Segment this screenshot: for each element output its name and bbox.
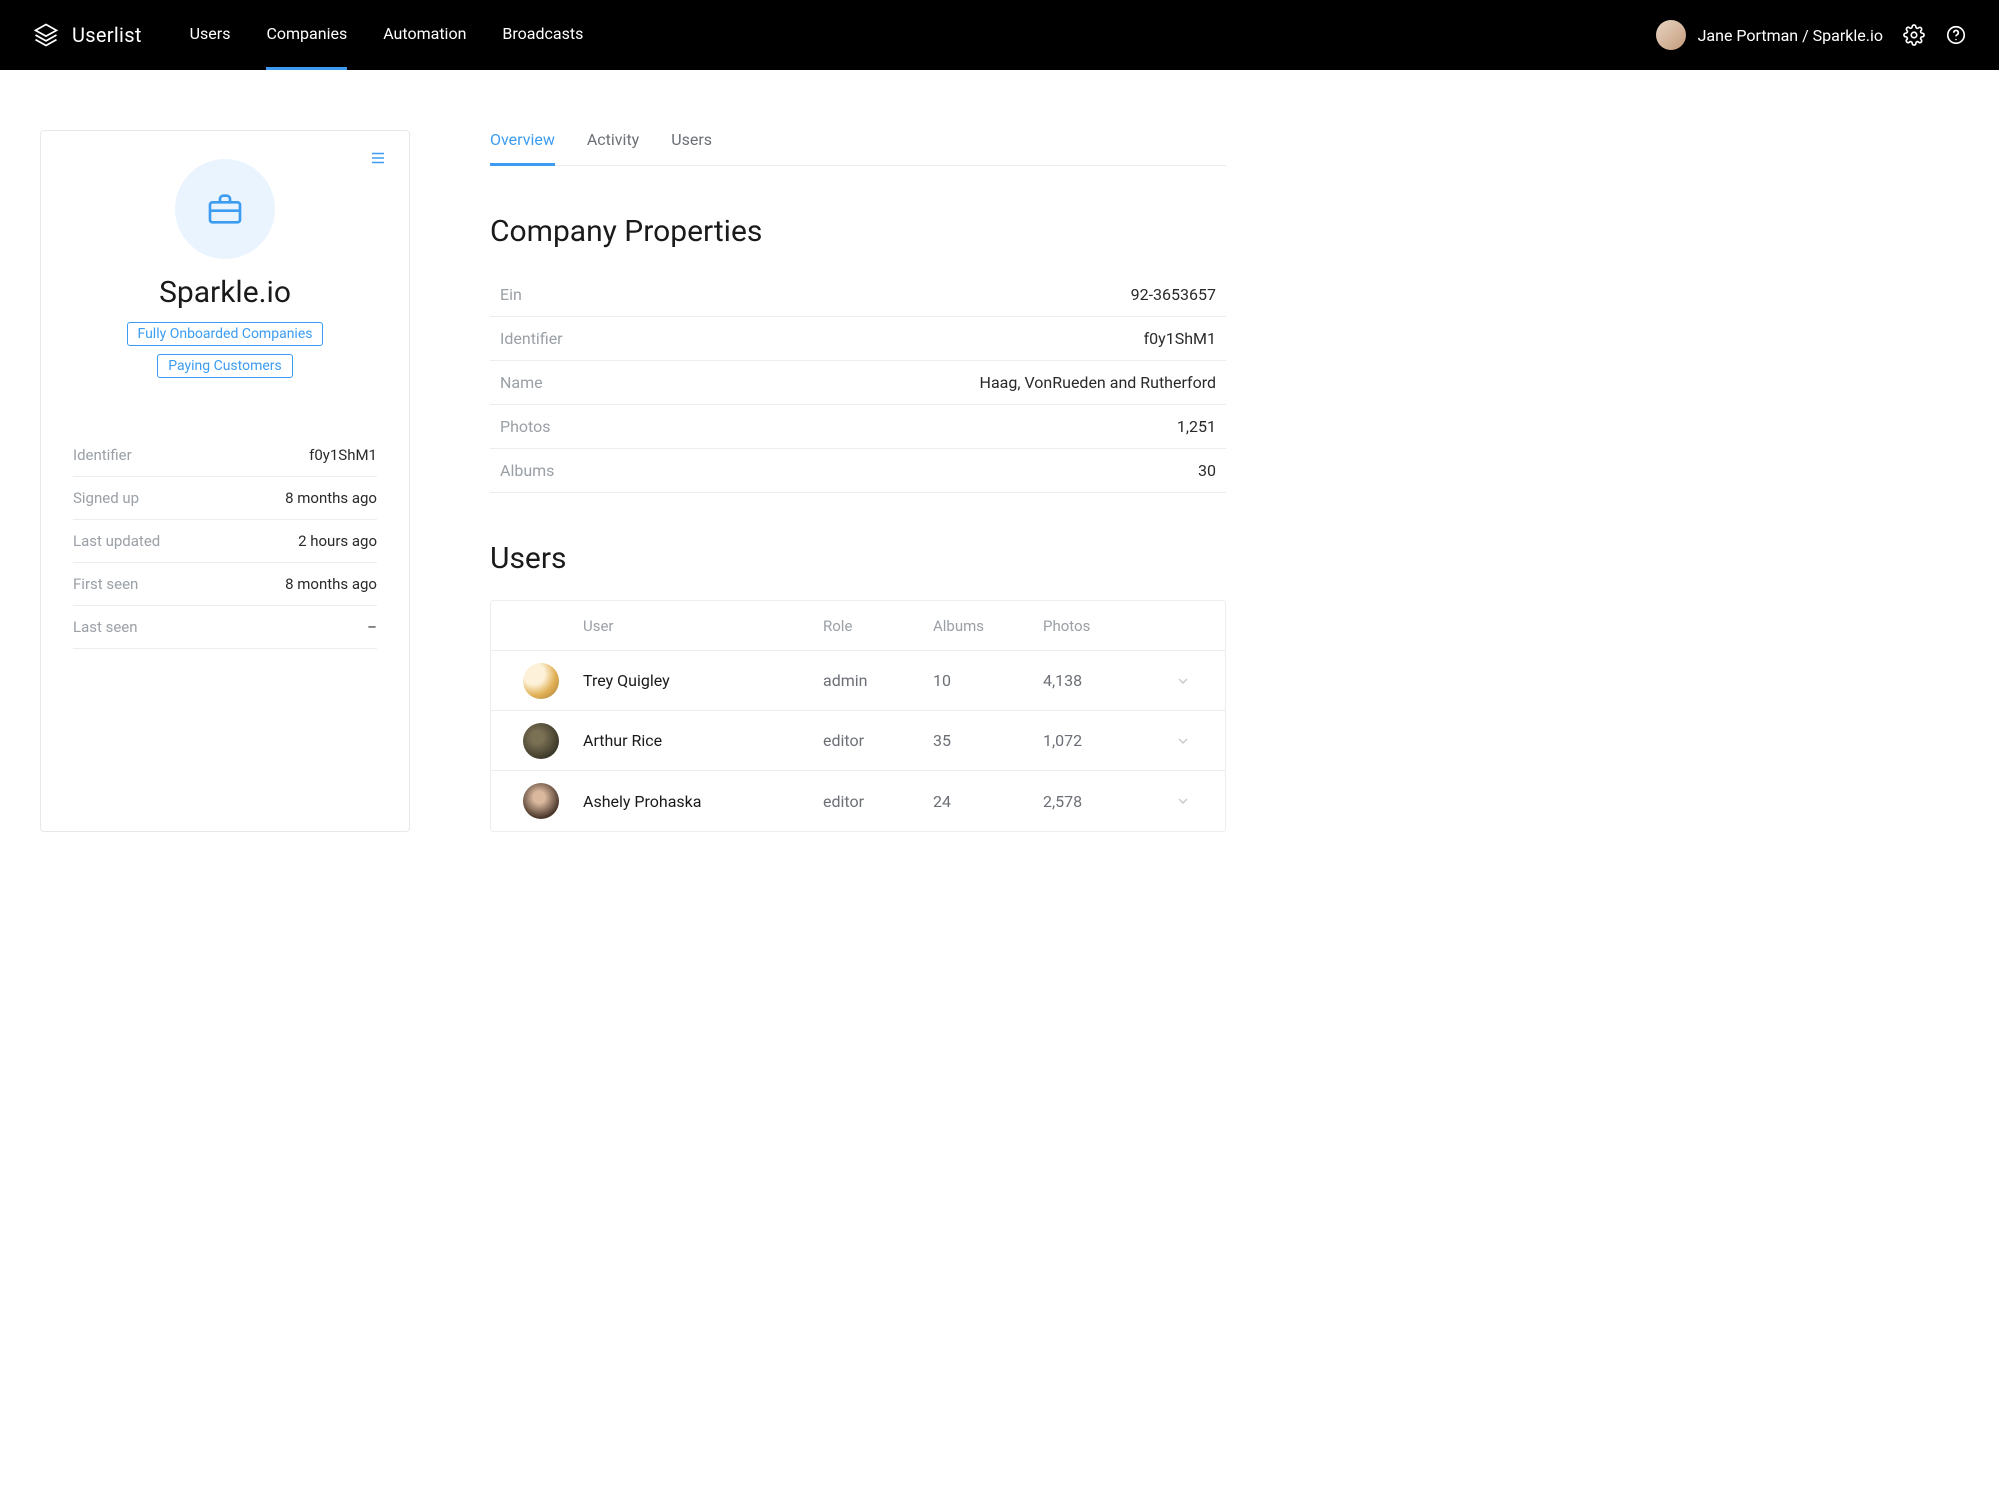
property-label: Ein xyxy=(500,285,522,304)
tab-activity[interactable]: Activity xyxy=(587,130,639,166)
tab-users[interactable]: Users xyxy=(671,130,712,166)
card-menu-button[interactable] xyxy=(369,149,387,171)
user-photos: 2,578 xyxy=(1043,792,1153,811)
avatar-icon xyxy=(523,723,559,759)
menu-icon xyxy=(369,149,387,167)
settings-button[interactable] xyxy=(1903,24,1925,46)
users-title: Users xyxy=(490,541,1226,576)
chevron-down-icon xyxy=(1175,793,1191,809)
expand-button[interactable] xyxy=(1153,733,1213,749)
property-row: Albums 30 xyxy=(490,449,1226,493)
meta-value: f0y1ShM1 xyxy=(309,446,377,464)
current-user-badge[interactable]: Jane Portman / Sparkle.io xyxy=(1656,20,1883,50)
brand-name: Userlist xyxy=(72,23,142,47)
col-albums: Albums xyxy=(933,617,1043,635)
nav-right: Jane Portman / Sparkle.io xyxy=(1656,20,1967,50)
avatar-icon xyxy=(1656,20,1686,50)
property-row: Name Haag, VonRueden and Rutherford xyxy=(490,361,1226,405)
meta-label: First seen xyxy=(73,575,138,593)
user-name: Trey Quigley xyxy=(583,671,823,690)
meta-row: First seen 8 months ago xyxy=(73,563,377,606)
layers-icon xyxy=(32,21,60,49)
gear-icon xyxy=(1903,24,1925,46)
help-button[interactable] xyxy=(1945,24,1967,46)
property-label: Name xyxy=(500,373,543,392)
expand-button[interactable] xyxy=(1153,793,1213,809)
meta-value: 2 hours ago xyxy=(298,532,377,550)
user-albums: 10 xyxy=(933,671,1043,690)
user-row[interactable]: Arthur Rice editor 35 1,072 xyxy=(491,711,1225,771)
property-row: Identifier f0y1ShM1 xyxy=(490,317,1226,361)
help-icon xyxy=(1945,24,1967,46)
meta-label: Last updated xyxy=(73,532,160,550)
chevron-down-icon xyxy=(1175,673,1191,689)
user-role: editor xyxy=(823,792,933,811)
user-name: Ashely Prohaska xyxy=(583,792,823,811)
meta-label: Identifier xyxy=(73,446,132,464)
avatar-icon xyxy=(523,783,559,819)
company-tabs: Overview Activity Users xyxy=(490,130,1226,166)
property-label: Albums xyxy=(500,461,554,480)
user-photos: 4,138 xyxy=(1043,671,1153,690)
user-row[interactable]: Trey Quigley admin 10 4,138 xyxy=(491,651,1225,711)
user-row[interactable]: Ashely Prohaska editor 24 2,578 xyxy=(491,771,1225,831)
chevron-down-icon xyxy=(1175,733,1191,749)
property-label: Identifier xyxy=(500,329,563,348)
user-photos: 1,072 xyxy=(1043,731,1153,750)
property-value: Haag, VonRueden and Rutherford xyxy=(980,373,1216,392)
property-value: 92-3653657 xyxy=(1131,285,1216,304)
properties-list: Ein 92-3653657 Identifier f0y1ShM1 Name … xyxy=(490,273,1226,493)
meta-value: – xyxy=(367,618,377,636)
tab-overview[interactable]: Overview xyxy=(490,130,555,166)
company-name: Sparkle.io xyxy=(73,275,377,310)
col-photos: Photos xyxy=(1043,617,1153,635)
meta-label: Signed up xyxy=(73,489,139,507)
meta-value: 8 months ago xyxy=(285,489,377,507)
company-tags: Fully Onboarded Companies Paying Custome… xyxy=(73,322,377,378)
nav-broadcasts[interactable]: Broadcasts xyxy=(502,0,583,70)
property-value: f0y1ShM1 xyxy=(1144,329,1216,348)
current-user-text: Jane Portman / Sparkle.io xyxy=(1698,26,1883,45)
company-avatar xyxy=(73,159,377,259)
property-row: Ein 92-3653657 xyxy=(490,273,1226,317)
col-role: Role xyxy=(823,617,933,635)
meta-row: Last seen – xyxy=(73,606,377,649)
meta-row: Identifier f0y1ShM1 xyxy=(73,434,377,477)
briefcase-icon xyxy=(205,189,245,229)
company-meta: Identifier f0y1ShM1 Signed up 8 months a… xyxy=(73,434,377,649)
user-role: admin xyxy=(823,671,933,690)
users-table-header: User Role Albums Photos xyxy=(491,601,1225,651)
users-table: User Role Albums Photos Trey Quigley adm… xyxy=(490,600,1226,832)
top-nav: Userlist Users Companies Automation Broa… xyxy=(0,0,1999,70)
logo[interactable]: Userlist xyxy=(32,21,142,49)
properties-title: Company Properties xyxy=(490,214,1226,249)
main-content: Overview Activity Users Company Properti… xyxy=(490,130,1226,832)
nav-links: Users Companies Automation Broadcasts xyxy=(190,0,584,70)
avatar-icon xyxy=(523,663,559,699)
meta-value: 8 months ago xyxy=(285,575,377,593)
expand-button[interactable] xyxy=(1153,673,1213,689)
user-albums: 24 xyxy=(933,792,1043,811)
property-value: 30 xyxy=(1198,461,1216,480)
meta-row: Last updated 2 hours ago xyxy=(73,520,377,563)
property-value: 1,251 xyxy=(1177,417,1216,436)
meta-row: Signed up 8 months ago xyxy=(73,477,377,520)
nav-companies[interactable]: Companies xyxy=(266,0,347,70)
tag-onboarded[interactable]: Fully Onboarded Companies xyxy=(127,322,324,346)
company-card: Sparkle.io Fully Onboarded Companies Pay… xyxy=(40,130,410,832)
tag-paying[interactable]: Paying Customers xyxy=(157,354,293,378)
user-name: Arthur Rice xyxy=(583,731,823,750)
col-user: User xyxy=(583,617,823,635)
user-role: editor xyxy=(823,731,933,750)
meta-label: Last seen xyxy=(73,618,138,636)
nav-users[interactable]: Users xyxy=(190,0,231,70)
property-label: Photos xyxy=(500,417,551,436)
property-row: Photos 1,251 xyxy=(490,405,1226,449)
user-albums: 35 xyxy=(933,731,1043,750)
nav-automation[interactable]: Automation xyxy=(383,0,466,70)
